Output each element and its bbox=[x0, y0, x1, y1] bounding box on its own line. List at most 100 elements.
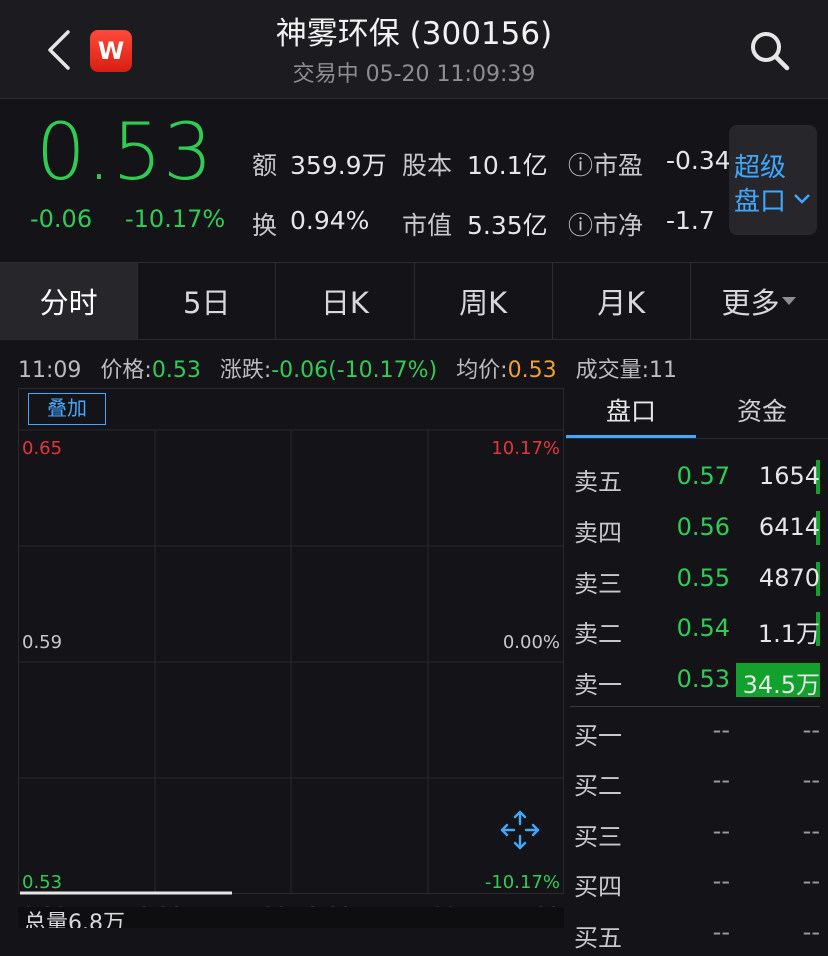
level-price: 0.57 bbox=[676, 462, 730, 490]
chevron-down-icon bbox=[794, 194, 810, 204]
sell-row[interactable]: 卖一 0.53 34.5万 bbox=[566, 657, 828, 703]
price-tick-label: 0.59 bbox=[22, 632, 62, 653]
crosshair-info-bar: 11:09 价格:0.53 涨跌:-0.06(-10.17%) 均价:0.53 … bbox=[18, 352, 677, 384]
sell-row[interactable]: 卖二 0.54 1.1万 bbox=[566, 606, 828, 652]
info-price-label: 价格: bbox=[100, 358, 152, 383]
buy-row[interactable]: 买三 -- -- bbox=[566, 809, 828, 855]
level-price: -- bbox=[712, 867, 730, 895]
super-order-book-button[interactable]: 超级 盘口 bbox=[729, 125, 817, 235]
overlay-button[interactable]: 叠加 bbox=[28, 393, 106, 425]
info-time: 11:09 bbox=[18, 358, 82, 383]
level-price: -- bbox=[712, 716, 730, 744]
current-price: 0.53 bbox=[36, 108, 214, 198]
pe-ratio-value: -0.34 bbox=[666, 146, 731, 175]
level-price: 0.55 bbox=[676, 564, 730, 592]
level-label: 买五 bbox=[574, 924, 622, 952]
level-volume: -- bbox=[802, 918, 820, 946]
buy-row[interactable]: 买四 -- -- bbox=[566, 859, 828, 905]
buy-row[interactable]: 买一 -- -- bbox=[566, 708, 828, 754]
level-label: 买二 bbox=[574, 772, 622, 800]
tab-more[interactable]: 更多 bbox=[689, 263, 828, 339]
tab-daily-k[interactable]: 日K bbox=[275, 263, 413, 339]
period-tabs: 分时 5日 日K 周K 月K 更多 bbox=[0, 262, 828, 340]
tab-label: 5日 bbox=[183, 286, 231, 320]
level-label: 买四 bbox=[574, 873, 622, 901]
price-tick-label: 0.65 bbox=[22, 438, 62, 459]
tab-divider bbox=[566, 438, 828, 439]
level-volume: -- bbox=[802, 867, 820, 895]
tab-weekly-k[interactable]: 周K bbox=[413, 263, 552, 339]
info-change: -0.06(-10.17%) bbox=[271, 358, 438, 383]
level-volume: 1654 bbox=[758, 462, 820, 490]
search-button[interactable] bbox=[745, 26, 795, 76]
price-change-percent: -10.17% bbox=[125, 205, 226, 233]
turnover-label: 换 bbox=[252, 211, 278, 240]
level-volume: 1.1万 bbox=[757, 620, 820, 648]
info-price: 0.53 bbox=[151, 358, 201, 383]
price-tick-label: 0.53 bbox=[22, 872, 62, 893]
market-cap-value: 5.35亿 bbox=[467, 211, 548, 240]
level-volume: 34.5万 bbox=[742, 671, 820, 699]
tab-label: 更多 bbox=[721, 286, 780, 320]
trading-status: 交易中 05-20 11:09:39 bbox=[292, 62, 536, 87]
level-volume: 4870 bbox=[758, 564, 820, 592]
level-price: -- bbox=[712, 918, 730, 946]
level-price: 0.53 bbox=[676, 665, 730, 693]
sell-row[interactable]: 卖三 0.55 4870 bbox=[566, 556, 828, 602]
level-label: 买三 bbox=[574, 823, 622, 851]
level-label: 卖三 bbox=[574, 570, 622, 598]
level-volume: -- bbox=[802, 766, 820, 794]
search-icon bbox=[751, 32, 790, 71]
share-capital-value: 10.1亿 bbox=[467, 151, 548, 180]
sell-row[interactable]: 卖五 0.57 1654 bbox=[566, 454, 828, 500]
expand-arrows-icon bbox=[500, 810, 540, 850]
level-price: 0.54 bbox=[676, 614, 730, 642]
percent-tick-label: 0.00% bbox=[503, 632, 560, 653]
tab-label: 分时 bbox=[39, 286, 98, 320]
percent-tick-label: 10.17% bbox=[491, 438, 560, 459]
percent-tick-label: -10.17% bbox=[485, 872, 560, 893]
tab-label: 周K bbox=[459, 286, 508, 320]
amount-label: 额 bbox=[252, 151, 278, 180]
level-price: -- bbox=[712, 766, 730, 794]
amount-value: 359.9万 bbox=[290, 151, 387, 180]
info-volume-label: 成交量: bbox=[575, 358, 649, 383]
pb-ratio-value: -1.7 bbox=[666, 206, 715, 235]
market-cap-label: 市值 bbox=[402, 211, 453, 240]
tab-order-book[interactable]: 盘口 bbox=[566, 392, 696, 428]
tab-label: 日K bbox=[320, 286, 369, 320]
sell-row[interactable]: 卖四 0.56 6414 bbox=[566, 505, 828, 551]
tab-5day[interactable]: 5日 bbox=[137, 263, 275, 339]
tab-intraday[interactable]: 分时 bbox=[0, 263, 138, 339]
tab-label: 月K bbox=[597, 286, 646, 320]
pe-ratio-label[interactable]: ⓘ市盈 bbox=[568, 146, 643, 182]
level-label: 买一 bbox=[574, 722, 622, 750]
level-label: 卖四 bbox=[574, 519, 622, 547]
chart-grid bbox=[18, 429, 564, 893]
level-volume: 6414 bbox=[758, 513, 820, 541]
caret-down-icon bbox=[782, 297, 797, 305]
buy-row[interactable]: 买二 -- -- bbox=[566, 758, 828, 804]
level-label: 卖五 bbox=[574, 468, 622, 496]
turnover-value: 0.94% bbox=[290, 206, 370, 235]
fullscreen-button[interactable] bbox=[496, 806, 544, 854]
stock-title: 神雾环保 (300156) bbox=[275, 16, 553, 52]
order-book-label: 盘口 bbox=[734, 187, 787, 217]
buy-row[interactable]: 买五 -- -- bbox=[566, 910, 828, 956]
share-capital-label: 股本 bbox=[402, 151, 453, 180]
level-price: 0.56 bbox=[676, 513, 730, 541]
active-tab-indicator bbox=[566, 435, 696, 438]
price-change: -0.06 bbox=[30, 205, 93, 233]
info-volume: 11 bbox=[648, 358, 677, 383]
tab-capital-flow[interactable]: 资金 bbox=[696, 392, 828, 428]
total-volume-label: 总量6.8万 bbox=[24, 911, 125, 928]
tab-monthly-k[interactable]: 月K bbox=[551, 263, 690, 339]
pb-ratio-label[interactable]: ⓘ市净 bbox=[568, 206, 643, 242]
info-avg-label: 均价: bbox=[456, 358, 508, 383]
bid-ask-divider bbox=[570, 706, 820, 707]
level-volume: -- bbox=[802, 716, 820, 744]
intraday-chart[interactable]: 0.650.590.5310.17%0.00%-10.17%9:3010:301… bbox=[18, 388, 564, 928]
level-volume: -- bbox=[802, 817, 820, 845]
level-label: 卖二 bbox=[574, 620, 622, 648]
info-avg-price: 0.53 bbox=[507, 358, 557, 383]
